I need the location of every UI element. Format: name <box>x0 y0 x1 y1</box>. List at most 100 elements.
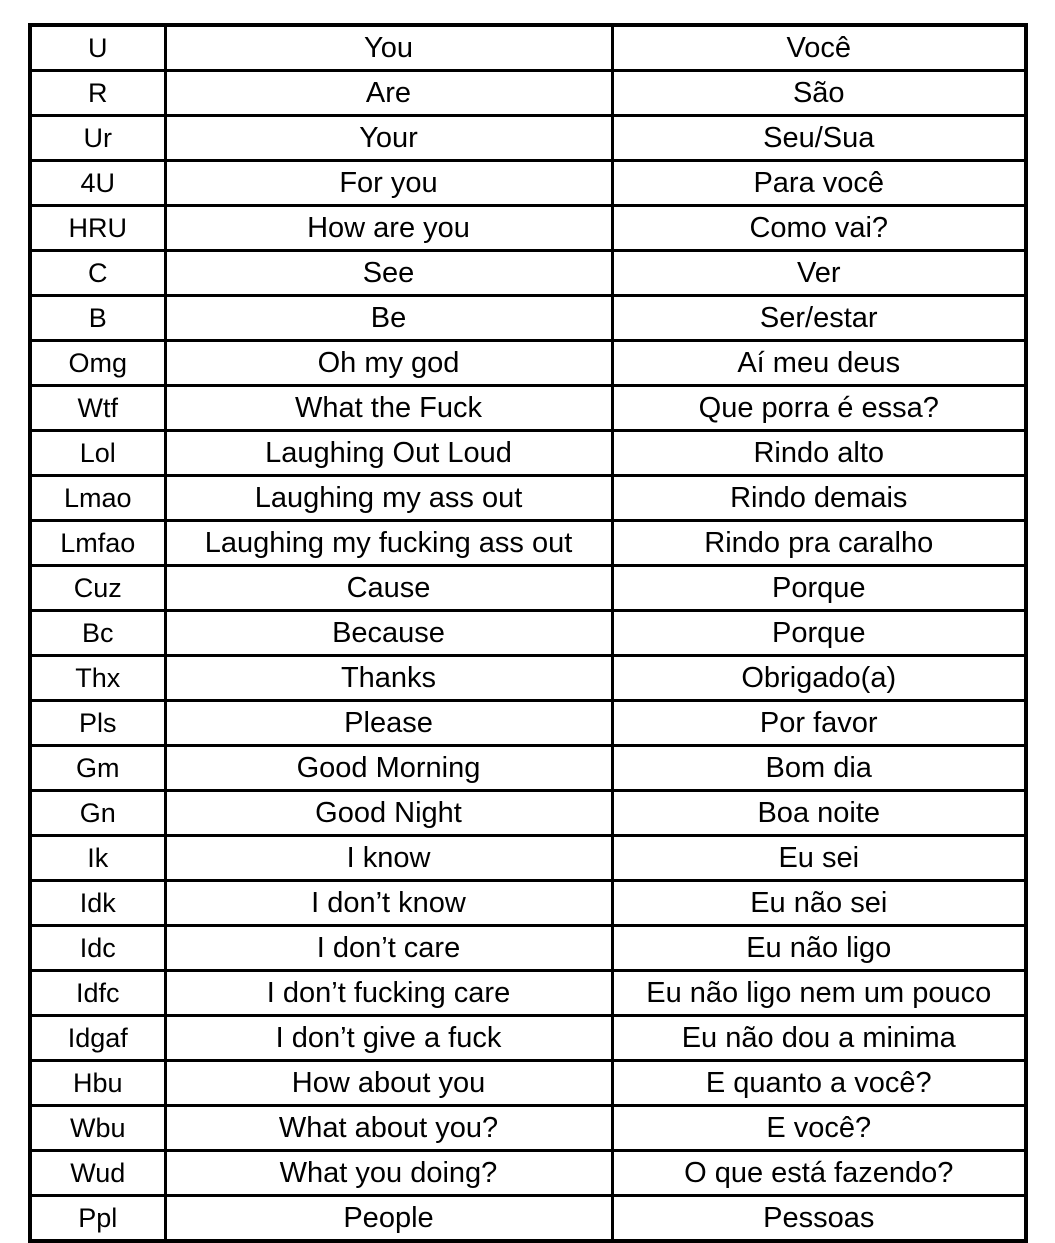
table-row: Gn Good Night Boa noite <box>28 789 1028 837</box>
table-row: Lol Laughing Out Loud Rindo alto <box>28 429 1028 477</box>
cell-portuguese-translation: Bom dia <box>610 744 1028 792</box>
table-row: U You Você <box>28 23 1028 72</box>
cell-abbreviation: Wtf <box>28 384 167 432</box>
cell-abbreviation: HRU <box>28 204 167 252</box>
table-row: 4U For you Para você <box>28 159 1028 207</box>
table-row: Omg Oh my god Aí meu deus <box>28 339 1028 387</box>
cell-abbreviation: U <box>28 23 167 72</box>
cell-abbreviation: Gn <box>28 789 167 837</box>
table-row: Lmfao Laughing my fucking ass out Rindo pr… <box>28 519 1028 567</box>
cell-english-meaning: For you <box>163 159 614 207</box>
cell-english-meaning: Laughing my fucking ass out <box>163 519 614 567</box>
cell-abbreviation: Lmao <box>28 474 167 522</box>
table-row: Ik I know Eu sei <box>28 834 1028 882</box>
cell-english-meaning: People <box>163 1194 614 1243</box>
cell-portuguese-translation: Obrigado(a) <box>610 654 1028 702</box>
table-row: R Are São <box>28 69 1028 117</box>
cell-portuguese-translation: Por favor <box>610 699 1028 747</box>
cell-english-meaning: You <box>163 23 614 72</box>
cell-abbreviation: Idgaf <box>28 1014 167 1062</box>
cell-abbreviation: Thx <box>28 654 167 702</box>
cell-abbreviation: Pls <box>28 699 167 747</box>
table-row: Idk I don’t know Eu não sei <box>28 879 1028 927</box>
table-row: C See Ver <box>28 249 1028 297</box>
table-row: B Be Ser/estar <box>28 294 1028 342</box>
table-row: Idgaf I don’t give a fuck Eu não dou a min… <box>28 1014 1028 1062</box>
cell-abbreviation: Ppl <box>28 1194 167 1243</box>
cell-abbreviation: Lmfao <box>28 519 167 567</box>
table-row: Pls Please Por favor <box>28 699 1028 747</box>
cell-english-meaning: Please <box>163 699 614 747</box>
table-row: Thx Thanks Obrigado(a) <box>28 654 1028 702</box>
cell-abbreviation: Wud <box>28 1149 167 1197</box>
cell-english-meaning: I don’t fucking care <box>163 969 614 1017</box>
cell-english-meaning: I don’t care <box>163 924 614 972</box>
cell-abbreviation: Bc <box>28 609 167 657</box>
cell-portuguese-translation: Rindo demais <box>610 474 1028 522</box>
cell-english-meaning: Be <box>163 294 614 342</box>
cell-english-meaning: See <box>163 249 614 297</box>
cell-portuguese-translation: E quanto a você? <box>610 1059 1028 1107</box>
cell-abbreviation: R <box>28 69 167 117</box>
cell-english-meaning: What about you? <box>163 1104 614 1152</box>
cell-portuguese-translation: Eu não ligo nem um pouco <box>610 969 1028 1017</box>
cell-portuguese-translation: E você? <box>610 1104 1028 1152</box>
table-body: U You Você R Are São Ur Your Seu/Sua 4U For you Par… <box>28 23 1028 1243</box>
table-row: Lmao Laughing my ass out Rindo demais <box>28 474 1028 522</box>
table-row: Ur Your Seu/Sua <box>28 114 1028 162</box>
cell-abbreviation: Gm <box>28 744 167 792</box>
table-row: Idfc I don’t fucking care Eu não ligo nem … <box>28 969 1028 1017</box>
table-row: HRU How are you Como vai? <box>28 204 1028 252</box>
table-row: Gm Good Morning Bom dia <box>28 744 1028 792</box>
cell-english-meaning: Thanks <box>163 654 614 702</box>
cell-abbreviation: Hbu <box>28 1059 167 1107</box>
cell-abbreviation: Wbu <box>28 1104 167 1152</box>
cell-portuguese-translation: Eu não ligo <box>610 924 1028 972</box>
cell-english-meaning: I know <box>163 834 614 882</box>
table-row: Idc I don’t care Eu não ligo <box>28 924 1028 972</box>
cell-abbreviation: B <box>28 294 167 342</box>
cell-english-meaning: Oh my god <box>163 339 614 387</box>
cell-english-meaning: Good Morning <box>163 744 614 792</box>
cell-english-meaning: What the Fuck <box>163 384 614 432</box>
cell-portuguese-translation: Rindo pra caralho <box>610 519 1028 567</box>
cell-portuguese-translation: Pessoas <box>610 1194 1028 1243</box>
cell-abbreviation: Ur <box>28 114 167 162</box>
cell-portuguese-translation: Aí meu deus <box>610 339 1028 387</box>
cell-english-meaning: Because <box>163 609 614 657</box>
table-row: Cuz Cause Porque <box>28 564 1028 612</box>
cell-english-meaning: Your <box>163 114 614 162</box>
cell-portuguese-translation: Eu sei <box>610 834 1028 882</box>
cell-english-meaning: Laughing my ass out <box>163 474 614 522</box>
cell-abbreviation: Ik <box>28 834 167 882</box>
cell-portuguese-translation: Para você <box>610 159 1028 207</box>
cell-portuguese-translation: O que está fazendo? <box>610 1149 1028 1197</box>
cell-portuguese-translation: Porque <box>610 609 1028 657</box>
cell-english-meaning: Cause <box>163 564 614 612</box>
cell-english-meaning: How about you <box>163 1059 614 1107</box>
cell-portuguese-translation: Você <box>610 23 1028 72</box>
table-row: Ppl People Pessoas <box>28 1194 1028 1243</box>
cell-english-meaning: Are <box>163 69 614 117</box>
cell-english-meaning: What you doing? <box>163 1149 614 1197</box>
cell-abbreviation: 4U <box>28 159 167 207</box>
cell-portuguese-translation: Porque <box>610 564 1028 612</box>
cell-portuguese-translation: Seu/Sua <box>610 114 1028 162</box>
cell-english-meaning: Good Night <box>163 789 614 837</box>
slang-abbreviation-table-container: U You Você R Are São Ur Your Seu/Sua 4U For you Par… <box>28 23 1028 1243</box>
cell-abbreviation: Idfc <box>28 969 167 1017</box>
table-row: Bc Because Porque <box>28 609 1028 657</box>
cell-portuguese-translation: Rindo alto <box>610 429 1028 477</box>
cell-portuguese-translation: São <box>610 69 1028 117</box>
cell-english-meaning: How are you <box>163 204 614 252</box>
table-row: Wbu What about you? E você? <box>28 1104 1028 1152</box>
cell-abbreviation: C <box>28 249 167 297</box>
cell-portuguese-translation: Eu não sei <box>610 879 1028 927</box>
cell-portuguese-translation: Boa noite <box>610 789 1028 837</box>
cell-portuguese-translation: Que porra é essa? <box>610 384 1028 432</box>
cell-abbreviation: Idc <box>28 924 167 972</box>
cell-english-meaning: I don’t know <box>163 879 614 927</box>
cell-abbreviation: Cuz <box>28 564 167 612</box>
cell-portuguese-translation: Como vai? <box>610 204 1028 252</box>
cell-english-meaning: Laughing Out Loud <box>163 429 614 477</box>
